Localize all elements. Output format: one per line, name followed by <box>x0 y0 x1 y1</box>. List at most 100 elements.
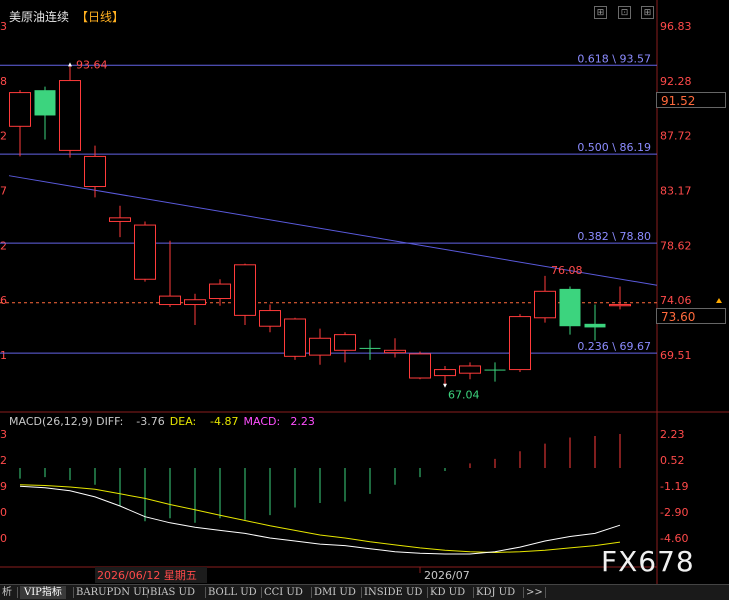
tab-separator <box>361 587 362 598</box>
candle-body[interactable] <box>384 349 406 354</box>
candle-body[interactable] <box>584 323 606 328</box>
high-annotation: 93.64 <box>76 58 108 71</box>
tab-separator <box>73 587 74 598</box>
candle-body[interactable] <box>84 155 106 188</box>
indicator-tab[interactable]: CCI UD <box>264 586 303 599</box>
left-axis-partial-label: 6 <box>0 294 7 307</box>
candle-body[interactable] <box>509 316 531 371</box>
macd-legend-text: -3.76 <box>136 415 164 428</box>
candle-body[interactable] <box>484 369 506 371</box>
tab-separator <box>261 587 262 598</box>
candle-body[interactable] <box>134 224 156 280</box>
indicator-tab[interactable]: 析 <box>2 586 12 599</box>
tab-separator <box>147 587 148 598</box>
fib-level-label: 0.618 \ 93.57 <box>577 52 651 65</box>
candle-body[interactable] <box>609 304 631 307</box>
recent-high-annotation: 76.08 <box>551 264 583 277</box>
indicator-tab[interactable]: KD UD <box>430 586 465 599</box>
indicator-tab[interactable]: VIP指标 <box>20 586 66 599</box>
macd-left-partial-label: 0 <box>0 532 7 545</box>
macd-tick-label: -2.90 <box>660 506 688 519</box>
candle-body[interactable] <box>59 80 81 151</box>
candle-body[interactable] <box>534 290 556 319</box>
indicator-tab[interactable]: INSIDE UD <box>364 586 422 599</box>
indicator-tab[interactable]: KDJ UD <box>476 586 515 599</box>
indicator-tab[interactable]: BOLL UD <box>208 586 257 599</box>
left-axis-partial-label: 2 <box>0 239 7 252</box>
indicator-tab[interactable]: DMI UD <box>314 586 356 599</box>
macd-legend-text: MACD(26,12,9) <box>9 415 93 428</box>
macd-legend-text: DEA: <box>170 415 196 428</box>
candle-body[interactable] <box>334 334 356 351</box>
macd-legend-text: DIFF: <box>96 415 123 428</box>
current-price-box: 73.60 <box>656 308 726 324</box>
x-axis-month-label: 2026/07 <box>424 569 470 582</box>
price-tick-label: 78.62 <box>660 239 692 252</box>
tab-separator <box>545 587 546 598</box>
low-annotation: 67.04 <box>448 389 480 402</box>
left-axis-partial-label: 3 <box>0 20 7 33</box>
indicator-tab[interactable]: BARUPDN UD <box>76 586 150 599</box>
candle-body[interactable] <box>459 365 481 374</box>
price-tick-label: 92.28 <box>660 75 692 88</box>
macd-tick-label: 2.23 <box>660 428 685 441</box>
macd-legend-text: -4.87 <box>210 415 238 428</box>
candle-body[interactable] <box>9 92 31 127</box>
price-tick-label: 96.83 <box>660 20 692 33</box>
tab-separator <box>427 587 428 598</box>
tab-separator <box>523 587 524 598</box>
indicator-tab-bar: 析 VIP指标 BARUPDN UD BIAS UD BOLL UD CCI UD DMI … <box>0 584 729 600</box>
candle-body[interactable] <box>109 217 131 222</box>
fib-level-label: 0.500 \ 86.19 <box>577 141 651 154</box>
current-price-marker-icon <box>716 298 722 303</box>
left-axis-partial-label: 2 <box>0 130 7 143</box>
watermark-logo: FX678 <box>601 545 695 578</box>
tab-separator <box>17 587 18 598</box>
candle-body[interactable] <box>409 353 431 379</box>
instrument-title: 美原油连续 <box>9 10 70 24</box>
macd-tick-label: -1.19 <box>660 480 688 493</box>
candle-body[interactable] <box>209 283 231 300</box>
maximize-icon[interactable]: ⊡ <box>618 6 631 19</box>
left-axis-partial-label: 7 <box>0 185 7 198</box>
macd-tick-label: -4.60 <box>660 532 688 545</box>
date-readout: 2026/06/12 星期五 <box>97 569 197 582</box>
macd-left-partial-label: 2 <box>0 454 7 467</box>
macd-left-partial-label: 0 <box>0 506 7 519</box>
candle-body[interactable] <box>559 288 581 327</box>
left-axis-partial-label: 8 <box>0 75 7 88</box>
macd-left-partial-label: 9 <box>0 480 7 493</box>
high-marker-icon <box>68 62 72 67</box>
fib-level-label: 0.382 \ 78.80 <box>577 230 651 243</box>
indicator-tab[interactable]: >> <box>526 586 543 599</box>
candle-body[interactable] <box>259 310 281 327</box>
candle-body[interactable] <box>284 318 306 357</box>
layout-toggle-icon[interactable]: ⊞ <box>594 6 607 19</box>
grid-icon[interactable]: ⊞ <box>641 6 654 19</box>
tab-separator <box>311 587 312 598</box>
tab-separator <box>205 587 206 598</box>
price-tick-label: 74.06 <box>660 294 692 307</box>
macd-tick-label: 0.52 <box>660 454 685 467</box>
candle-body[interactable] <box>159 295 181 306</box>
candle-body[interactable] <box>359 347 381 349</box>
candle-body[interactable] <box>309 337 331 356</box>
indicator-tab[interactable]: BIAS UD <box>150 586 195 599</box>
low-marker-icon <box>443 383 447 388</box>
candle-body[interactable] <box>434 369 456 377</box>
price-tick-label: 83.17 <box>660 185 692 198</box>
candle-body[interactable] <box>234 264 256 316</box>
chart-canvas[interactable]: 96.83 3 92.28 8 87.72 2 83.17 7 78.62 2 74.06 6 69.5… <box>0 0 729 599</box>
left-axis-partial-label: 1 <box>0 349 7 362</box>
tab-separator <box>473 587 474 598</box>
macd-legend-text: MACD: <box>244 415 281 428</box>
macd-left-partial-label: 3 <box>0 428 7 441</box>
candle-body[interactable] <box>184 299 206 306</box>
fib-level-label: 0.236 \ 69.67 <box>577 340 651 353</box>
price-tick-label: 69.51 <box>660 349 692 362</box>
price-tick-label: 87.72 <box>660 130 692 143</box>
candle-body[interactable] <box>34 90 56 116</box>
marker-price-box: 91.52 <box>656 92 726 108</box>
macd-legend-text: 2.23 <box>290 415 315 428</box>
period-label[interactable]: 【日线】 <box>76 8 124 25</box>
